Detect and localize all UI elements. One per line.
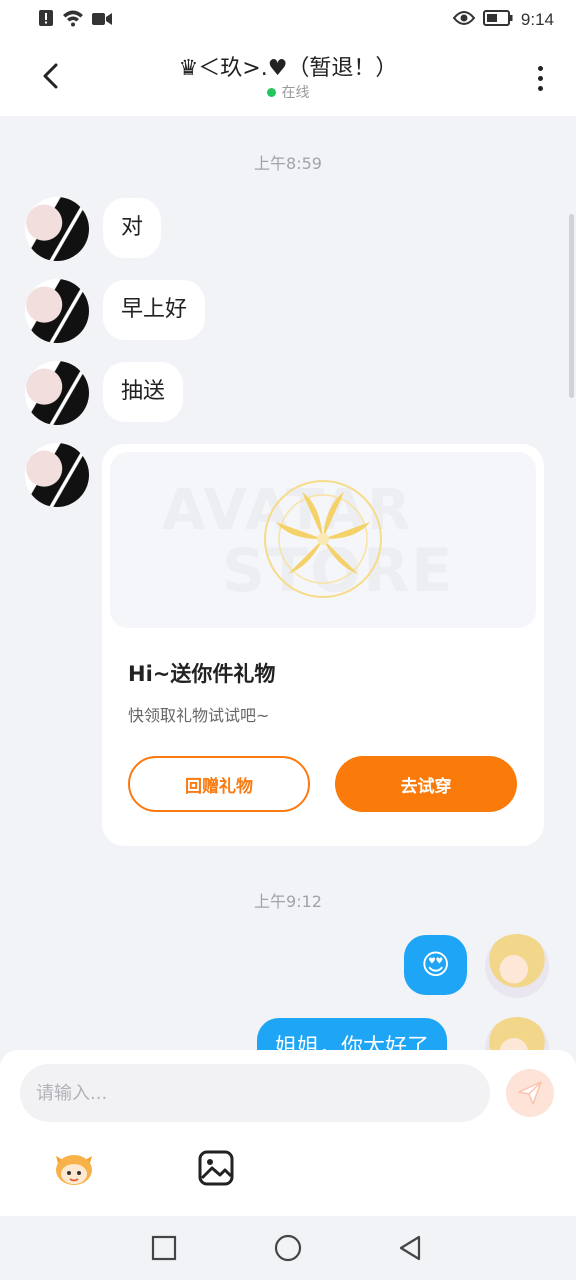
- try-on-button[interactable]: 去试穿: [335, 756, 517, 812]
- more-vertical-icon-dot: [537, 65, 543, 71]
- more-vertical-icon-dot: [537, 85, 543, 91]
- back-nav-button[interactable]: [392, 1230, 428, 1266]
- avatar[interactable]: [485, 1017, 549, 1050]
- recent-apps-button[interactable]: [146, 1230, 182, 1266]
- online-status: 在线: [0, 82, 576, 102]
- video-icon: [92, 11, 112, 30]
- message-bubble[interactable]: 对: [103, 198, 162, 258]
- wifi-icon: [62, 9, 84, 31]
- message-bubble[interactable]: 早上好: [103, 280, 206, 340]
- system-nav-bar: [0, 1216, 576, 1280]
- alert-icon: [38, 9, 54, 31]
- message-bubble[interactable]: 姐姐，你太好了: [257, 1018, 448, 1050]
- send-icon: [518, 1081, 542, 1105]
- gift-subtitle: 快领取礼物试试吧~: [128, 706, 270, 725]
- timestamp: 上午9:12: [254, 892, 322, 911]
- chat-title: ♛＜玖>.♥（暂退！）: [178, 56, 398, 81]
- more-options-button[interactable]: [524, 56, 556, 100]
- mascot-icon: [56, 1155, 92, 1185]
- image-icon: [198, 1150, 234, 1186]
- avatar[interactable]: [25, 279, 89, 343]
- avatar[interactable]: [25, 197, 89, 261]
- chat-messages[interactable]: 上午8:59 对 早上好 抽送 AVATAR STORE Hi~送你件礼物 快领…: [0, 116, 576, 1050]
- avatar[interactable]: [25, 443, 89, 507]
- mascot-button[interactable]: [50, 1146, 98, 1190]
- status-right: 9:14: [452, 10, 554, 30]
- gift-title: Hi~送你件礼物: [128, 662, 276, 686]
- scrollbar[interactable]: [569, 214, 574, 398]
- message-input[interactable]: [20, 1064, 490, 1122]
- online-status-text: 在线: [281, 85, 310, 101]
- back-icon: [399, 1235, 421, 1261]
- status-bar: 9:14: [0, 0, 576, 40]
- home-button[interactable]: [270, 1230, 306, 1266]
- emoji-message-bubble[interactable]: 😍: [404, 935, 468, 995]
- recent-apps-icon: [151, 1235, 177, 1261]
- avatar[interactable]: [485, 934, 549, 998]
- send-button[interactable]: [506, 1069, 554, 1117]
- eye-icon: [452, 10, 476, 30]
- gift-card[interactable]: AVATAR STORE Hi~送你件礼物 快领取礼物试试吧~ 回赠礼物 去试穿: [102, 444, 544, 846]
- home-icon: [274, 1234, 302, 1262]
- return-gift-button[interactable]: 回赠礼物: [128, 756, 310, 812]
- avatar[interactable]: [25, 361, 89, 425]
- battery-icon: [482, 10, 513, 30]
- more-vertical-icon-dot: [537, 75, 543, 81]
- gift-emblem-icon: [264, 480, 382, 598]
- online-dot: [266, 87, 276, 97]
- chat-header: ♛＜玖>.♥（暂退！） 在线: [0, 40, 576, 116]
- message-bubble[interactable]: 抽送: [103, 362, 184, 422]
- status-left: [38, 9, 112, 31]
- timestamp: 上午8:59: [254, 154, 322, 173]
- image-button[interactable]: [192, 1146, 240, 1190]
- status-time: 9:14: [520, 10, 554, 29]
- gift-banner: AVATAR STORE: [110, 452, 536, 628]
- input-area: [0, 1050, 576, 1216]
